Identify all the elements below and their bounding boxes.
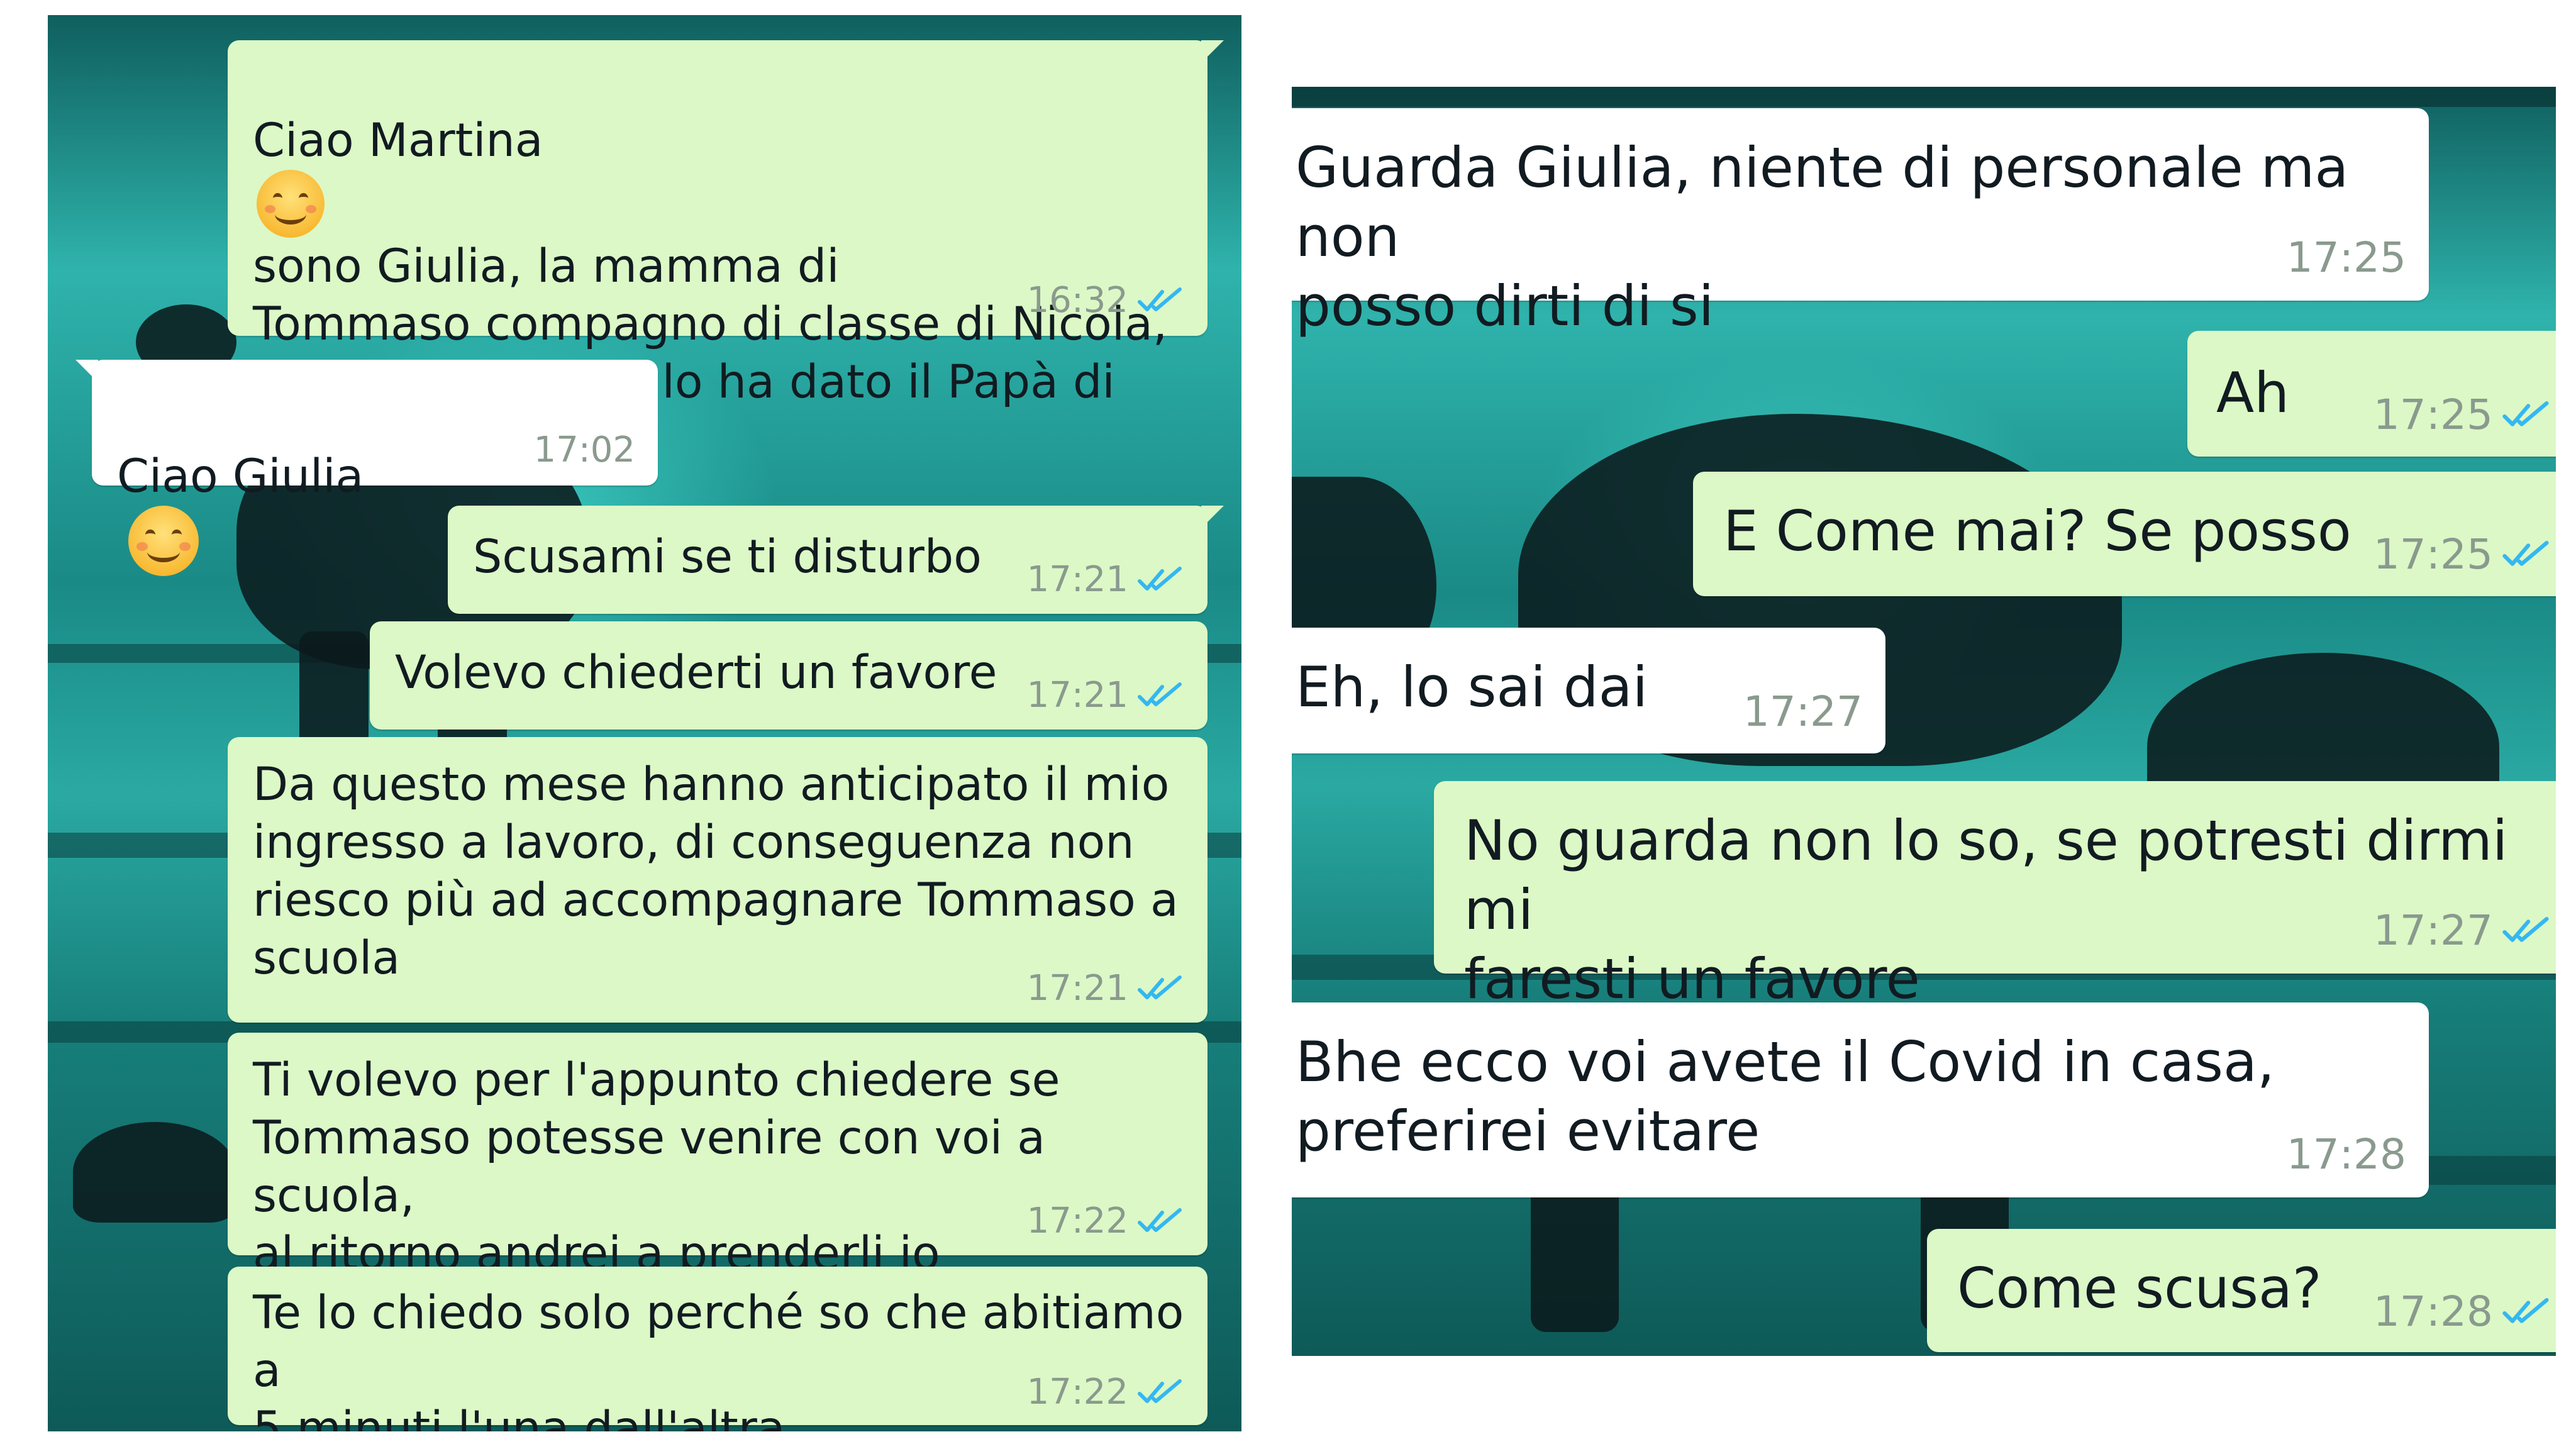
message-time: 17:25 [2373,530,2493,579]
double-check-icon [1138,682,1182,706]
double-check-icon [1138,566,1182,591]
message-time: 17:27 [1743,687,1863,736]
message-time: 17:28 [2373,1287,2493,1336]
message-text: Ciao Martina [253,114,543,167]
message-text: E Come mai? Se posso [1723,499,2351,564]
message-text: Eh, lo sai dai [1296,655,1648,719]
double-check-icon [1138,1379,1182,1403]
message-time: 17:21 [1026,559,1128,600]
message-bubble-outgoing[interactable]: E Come mai? Se posso 17:25 [1693,472,2556,596]
message-time: 17:25 [2373,391,2493,439]
message-bubble-outgoing[interactable]: Scusami se ti disturbo 17:21 [448,506,1224,614]
message-text: Guarda Giulia, niente di personale ma no… [1296,135,2349,338]
message-text: No guarda non lo so, se potresti dirmi m… [1464,808,2508,1011]
message-text: Bhe ecco voi avete il Covid in casa, pre… [1296,1030,2275,1163]
message-bubble-outgoing[interactable]: Te lo chiedo solo perché so che abitiamo… [228,1267,1208,1431]
message-bubble-outgoing[interactable]: Come scusa? 17:28 [1927,1229,2556,1352]
chat-screenshot-left: Ciao Martina sono Giulia, la mamma di To… [48,15,1241,1431]
double-check-icon [1138,1208,1182,1232]
message-time: 17:02 [533,430,635,470]
message-time: 17:21 [1026,675,1128,716]
smiling-face-emoji [257,170,325,238]
message-time: 17:21 [1026,968,1128,1009]
message-text: Ciao Giulia [117,450,364,503]
message-text: Ti volevo per l'appunto chiedere se Tomm… [253,1053,1060,1280]
message-bubble-incoming[interactable]: Eh, lo sai dai 17:27 [1292,628,1885,753]
message-bubble-outgoing[interactable]: Ciao Martina sono Giulia, la mamma di To… [228,40,1224,467]
message-bubble-outgoing[interactable]: Da questo mese hanno anticipato il mio i… [228,737,1208,1023]
message-text: Come scusa? [1957,1256,2322,1321]
message-text: Da questo mese hanno anticipato il mio i… [253,758,1179,985]
message-bubble-outgoing[interactable]: Ti volevo per l'appunto chiedere se Tomm… [228,1033,1208,1280]
message-time: 16:32 [1026,280,1128,321]
message-bubble-incoming[interactable]: Bhe ecco voi avete il Covid in casa, pre… [1292,1002,2429,1197]
message-bubble-incoming[interactable]: Guarda Giulia, niente di personale ma no… [1292,108,2429,338]
double-check-icon [2502,401,2549,426]
message-time: 17:22 [1026,1372,1128,1413]
message-bubble-outgoing[interactable]: No guarda non lo so, se potresti dirmi m… [1434,781,2556,1011]
message-bubble-outgoing[interactable]: Ah 17:25 [2187,331,2556,457]
double-check-icon [2502,540,2549,566]
message-time: 17:27 [2373,906,2493,955]
double-check-icon [1138,287,1182,311]
message-time: 17:25 [2286,233,2406,282]
message-text: Scusami se ti disturbo [473,530,982,584]
message-text: Volevo chiederti un favore [395,646,997,699]
message-time: 17:22 [1026,1201,1128,1241]
message-time: 17:28 [2286,1130,2406,1179]
message-bubble-outgoing[interactable]: Volevo chiederti un favore 17:21 [370,621,1208,730]
double-check-icon [1138,975,1182,999]
double-check-icon [2502,916,2549,942]
smiling-face-emoji [128,506,199,576]
double-check-icon [2502,1297,2549,1323]
message-text: Ah [2216,360,2289,425]
chat-screenshot-right: Guarda Giulia, niente di personale ma no… [1292,87,2556,1356]
message-bubble-incoming[interactable]: Ciao Giulia 17:02 [75,360,658,576]
